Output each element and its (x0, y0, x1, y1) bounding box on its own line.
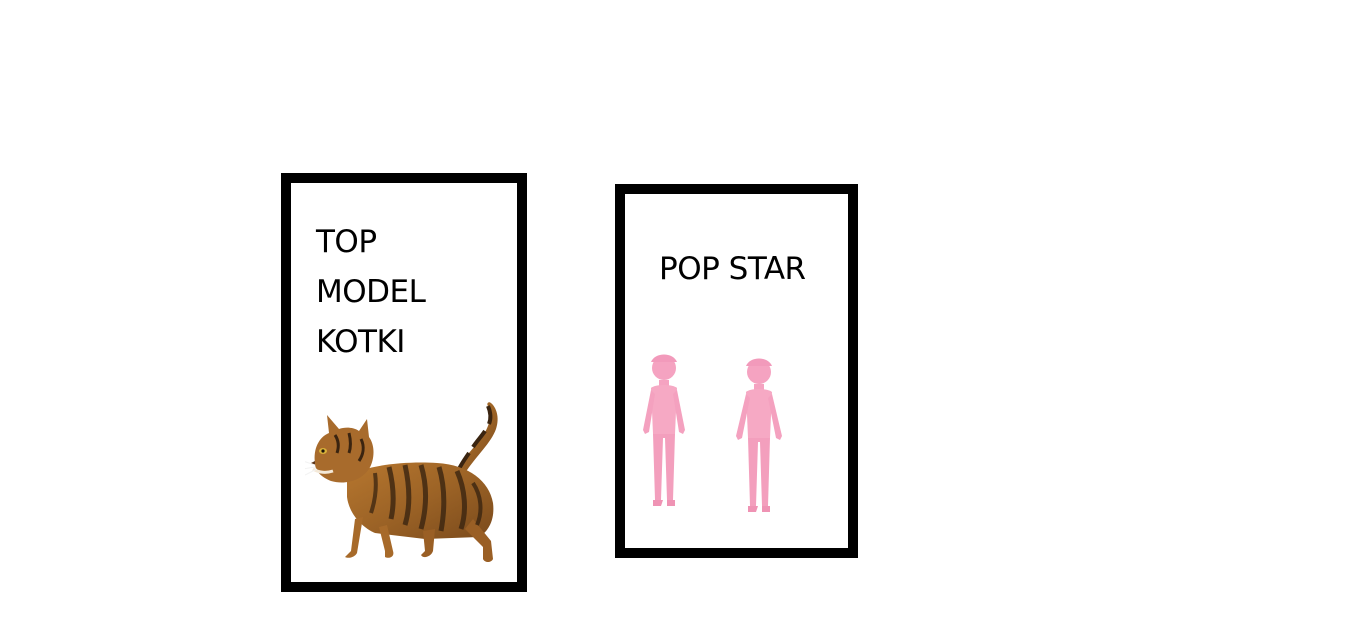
pink-figure-right-image (736, 358, 782, 512)
pop-star-title: POP STAR (659, 251, 806, 287)
top-model-kotki-title: TOP MODEL KOTKI (316, 224, 426, 360)
top-model-kotki-card[interactable]: TOP MODEL KOTKI (281, 173, 527, 592)
pink-figure-left-image (643, 354, 685, 506)
pop-star-card[interactable]: POP STAR (615, 184, 858, 558)
cat-image (305, 402, 498, 562)
